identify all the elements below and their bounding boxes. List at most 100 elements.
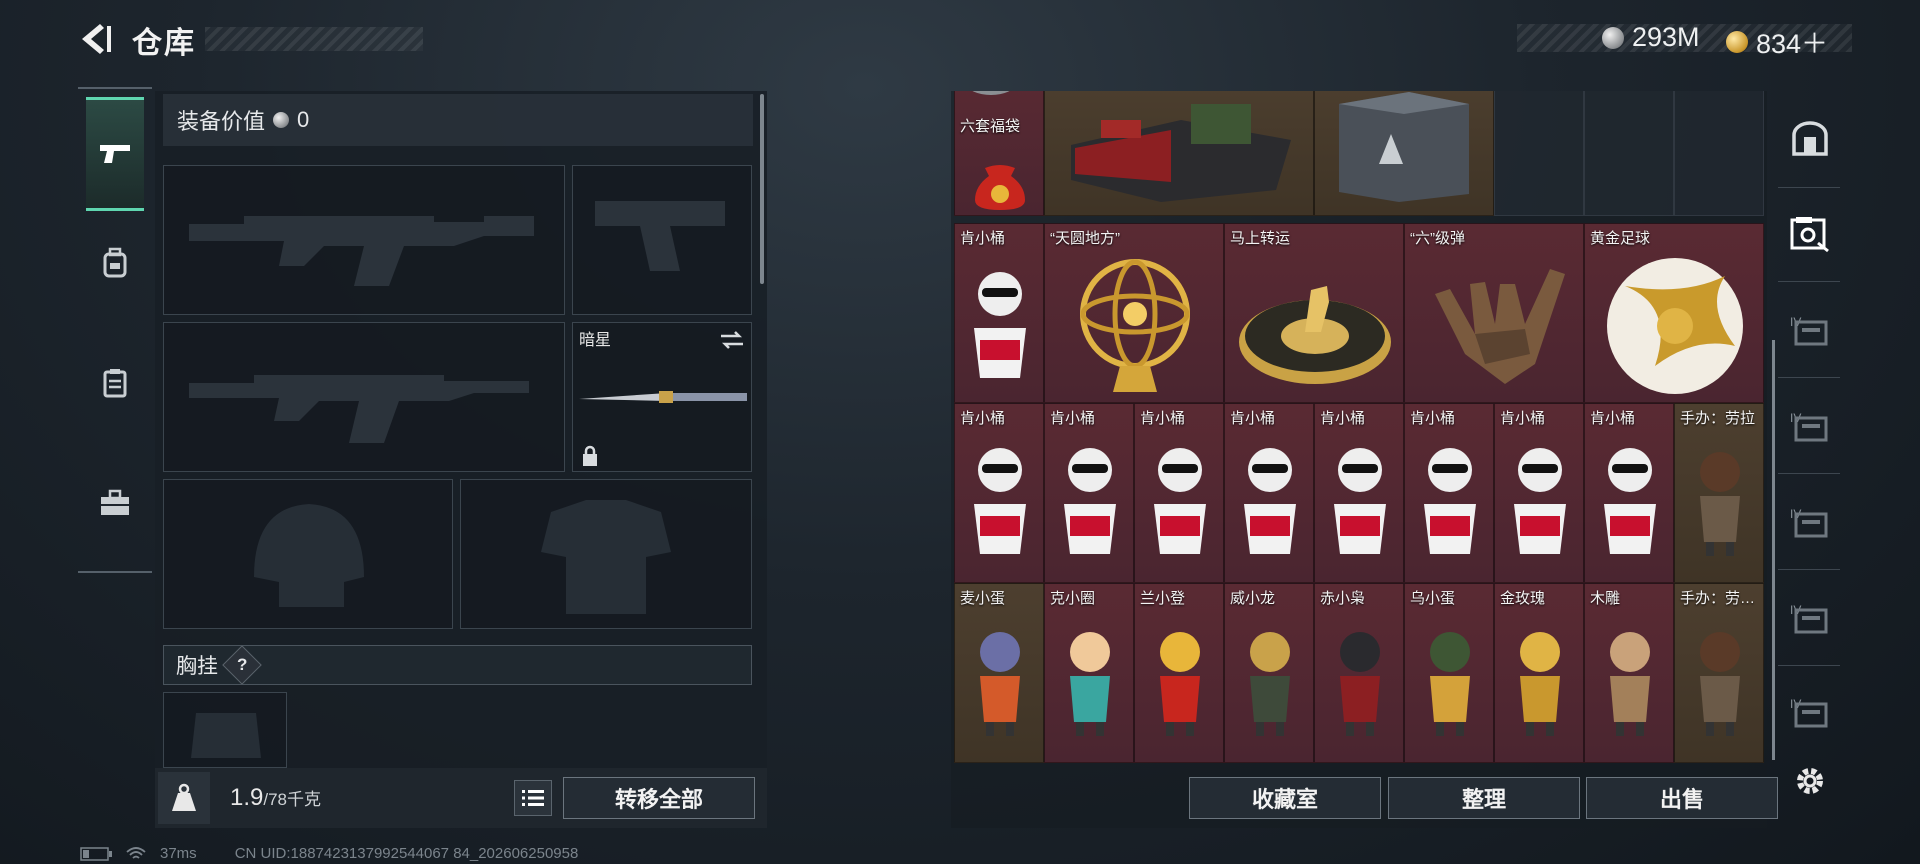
safe-box-icon xyxy=(1792,121,1828,156)
item-cell-kfc-bucket[interactable]: 肯小桶 xyxy=(954,223,1044,403)
primary-weapon-slot[interactable] xyxy=(163,165,565,315)
golden-horse-disc-icon xyxy=(1239,286,1391,384)
kfc-bucket-figure-icon xyxy=(1334,448,1386,554)
item-label: 马上转运 xyxy=(1230,230,1291,247)
rail-safe-box[interactable] xyxy=(1788,117,1832,161)
uid-readout: CN UID:1887423137992544067 84_2026062509… xyxy=(234,845,579,862)
item-cell-horse-disc[interactable]: 马上转运 xyxy=(1224,223,1404,403)
list-icon xyxy=(522,790,544,806)
lara-figure-icon xyxy=(1700,452,1740,556)
rail-container-4[interactable]: IV xyxy=(1788,691,1832,735)
equipment-scrollbar[interactable] xyxy=(760,94,764,284)
item-cell-kfc-bucket[interactable]: 肯小桶 xyxy=(1314,403,1404,583)
swap-icon[interactable] xyxy=(719,329,745,351)
rail-container-4[interactable]: IV xyxy=(1788,405,1832,449)
empty-cell xyxy=(1674,91,1764,216)
back-button[interactable] xyxy=(78,20,112,58)
weapon-case-icon xyxy=(1339,92,1469,202)
silver-amount: 293M xyxy=(1632,22,1700,52)
item-cell-soldier-figure[interactable]: 威小龙 xyxy=(1224,583,1314,763)
item-cell-ammo-crate[interactable] xyxy=(1044,91,1314,216)
hooded-figure-icon xyxy=(1340,632,1380,736)
item-cell-kfc-bucket[interactable]: 肯小桶 xyxy=(954,403,1044,583)
container-iv-icon: IV xyxy=(1790,507,1828,538)
item-cell-egg-bunny-figure[interactable]: 麦小蛋 xyxy=(954,583,1044,763)
tab-vest[interactable] xyxy=(86,329,144,437)
silver-coin-icon xyxy=(273,112,290,128)
item-cell-kfc-bucket[interactable]: 肯小桶 xyxy=(1224,403,1314,583)
item-label: 肯小桶 xyxy=(1050,410,1096,427)
warehouse-scrollbar[interactable] xyxy=(1772,340,1775,760)
ping-readout: 37ms xyxy=(160,845,197,862)
lock-icon xyxy=(583,445,597,466)
rail-container-4[interactable]: IV xyxy=(1788,597,1832,641)
item-cell-kfc-bucket[interactable]: 肯小桶 xyxy=(1134,403,1224,583)
sell-button[interactable]: 出售 xyxy=(1586,777,1778,819)
settings-button[interactable] xyxy=(1788,759,1832,803)
item-cell-kfc-bucket[interactable]: 肯小桶 xyxy=(1404,403,1494,583)
item-label: 兰小登 xyxy=(1140,590,1186,607)
pistol-icon xyxy=(100,145,130,163)
container-rail: IV IV IV IV IV xyxy=(1778,95,1840,795)
item-cell-kfc-bucket[interactable]: 肯小桶 xyxy=(1584,403,1674,583)
item-cell-armillary[interactable]: “天圆地方” xyxy=(1044,223,1224,403)
girl-hat-figure-icon xyxy=(1070,632,1110,736)
item-cell-lara-figure[interactable]: 手办：劳拉 xyxy=(1674,403,1764,583)
helmet-slot[interactable] xyxy=(163,479,453,629)
lucky-bag-icon xyxy=(975,165,1025,210)
rail-container-4[interactable]: IV xyxy=(1788,501,1832,545)
secondary-weapon-slot[interactable] xyxy=(163,322,565,472)
vest-icon xyxy=(103,369,127,398)
organize-button[interactable]: 整理 xyxy=(1388,777,1580,819)
item-cell-egg-soldier-figure[interactable]: 乌小蛋 xyxy=(1404,583,1494,763)
item-label: 肯小桶 xyxy=(1500,410,1546,427)
back-arrow-icon xyxy=(82,24,111,54)
collection-room-button[interactable]: 收藏室 xyxy=(1189,777,1381,819)
item-cell-bullet-hand[interactable]: “六”级弹 xyxy=(1404,223,1584,403)
silver-currency[interactable]: 293M xyxy=(1602,22,1700,53)
transfer-all-button[interactable]: 转移全部 xyxy=(563,777,755,819)
item-cell-girl-hat-figure[interactable]: 克小圈 xyxy=(1044,583,1134,763)
tab-weapons[interactable] xyxy=(86,97,144,211)
item-cell-sombrero-figure[interactable]: 兰小登 xyxy=(1134,583,1224,763)
item-cell-kfc-bucket[interactable]: 肯小桶 xyxy=(1044,403,1134,583)
tab-toolbox[interactable] xyxy=(86,449,144,557)
kfc-bucket-figure-icon xyxy=(1244,448,1296,554)
kfc-bucket-figure-icon xyxy=(1424,448,1476,554)
container-iv-icon: IV xyxy=(1790,697,1828,728)
soldier-figure-icon xyxy=(1250,632,1290,736)
warehouse-icon xyxy=(1790,217,1829,253)
empty-cell xyxy=(1494,91,1584,216)
gear-icon xyxy=(1797,768,1823,794)
item-cell-golden-football[interactable]: 黄金足球 xyxy=(1584,223,1764,403)
item-cell-golden-rose[interactable]: 金玫瑰 xyxy=(1494,583,1584,763)
item-cell-weapon-case[interactable] xyxy=(1314,91,1494,216)
item-label: 乌小蛋 xyxy=(1410,590,1456,607)
item-label: “天圆地方” xyxy=(1050,230,1120,247)
item-cell-hooded-figure[interactable]: 赤小枭 xyxy=(1314,583,1404,763)
item-cell-kfc-bucket[interactable]: 肯小桶 xyxy=(1494,403,1584,583)
container-iv-icon: IV xyxy=(1790,315,1828,346)
melee-slot[interactable]: 暗星 xyxy=(572,322,752,472)
silver-coin-icon xyxy=(1602,26,1624,49)
item-cell-lucky-bag[interactable]: 六套福袋 xyxy=(954,91,1044,216)
weight-current: 1.9 xyxy=(230,784,264,811)
gold-amount: 834＋ xyxy=(1756,29,1829,59)
sombrero-figure-icon xyxy=(1160,632,1200,736)
item-cell-wood-carving[interactable]: 木雕 xyxy=(1584,583,1674,763)
list-view-button[interactable] xyxy=(514,780,552,816)
sidearm-slot[interactable] xyxy=(572,165,752,315)
rail-container-4[interactable]: IV xyxy=(1788,309,1832,353)
tab-backpack[interactable] xyxy=(86,209,144,317)
pistol-silhouette-icon xyxy=(595,201,725,271)
warehouse-grid: 六套福袋 肯小桶 “天圆地方” 马上转运 “六”级弹 黄金足球 肯小桶 肯小桶 … xyxy=(954,91,1766,763)
armor-silhouette-icon xyxy=(541,500,671,614)
armor-slot[interactable] xyxy=(460,479,752,629)
item-cell-lara-figure[interactable]: 手办：劳… xyxy=(1674,583,1764,763)
rail-warehouse-active[interactable] xyxy=(1788,213,1832,257)
gold-currency[interactable]: 834＋ xyxy=(1726,22,1828,61)
egg-bunny-figure-icon xyxy=(980,632,1020,736)
help-icon[interactable]: ? xyxy=(222,645,262,685)
chest-rig-slot[interactable] xyxy=(163,692,287,768)
rifle-silhouette-icon xyxy=(189,216,534,286)
